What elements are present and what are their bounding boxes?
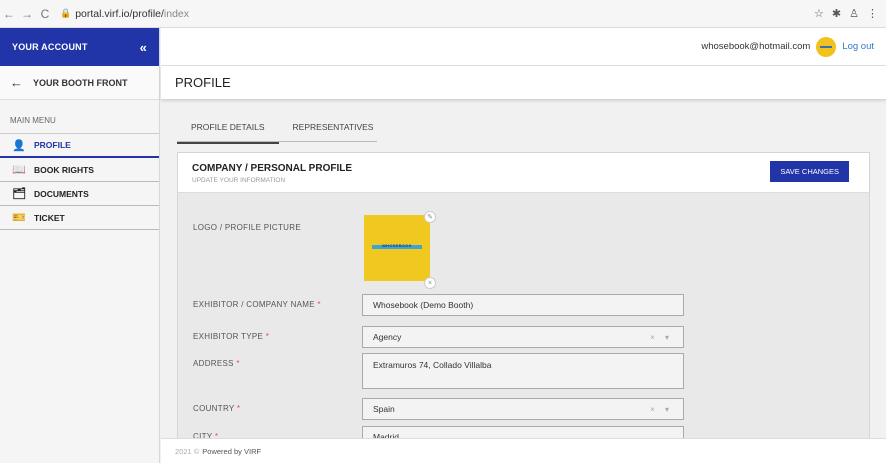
tab-profile-details[interactable]: PROFILE DETAILS xyxy=(177,114,279,144)
main-menu-title: MAIN MENU xyxy=(0,100,159,134)
extension-icon[interactable]: ✱ xyxy=(832,7,841,20)
sidebar-item-documents[interactable]: 🗂 DOCUMENTS xyxy=(0,182,159,206)
card-title: COMPANY / PERSONAL PROFILE xyxy=(192,163,353,174)
country-value: Spain xyxy=(373,404,395,414)
sidebar-item-profile[interactable]: 👤 PROFILE xyxy=(0,134,159,158)
footer-text: Powered by VIRF xyxy=(202,446,262,456)
user-icon: 👤 xyxy=(12,139,26,152)
select-controls-icon[interactable]: × ▾ xyxy=(650,405,673,414)
select-controls-icon[interactable]: × ▾ xyxy=(650,333,673,342)
lock-icon: 🔒 xyxy=(60,8,72,18)
logo-image[interactable]: WHOSEBOOK xyxy=(364,215,430,281)
country-label: COUNTRY * xyxy=(193,404,241,413)
top-bar: whosebook@hotmail.com Log out xyxy=(161,28,886,66)
logo-label: LOGO / PROFILE PICTURE xyxy=(193,223,301,232)
save-changes-button[interactable]: SAVE CHANGES xyxy=(770,161,849,182)
sidebar-item-ticket[interactable]: 🎫 TICKET xyxy=(0,206,159,230)
address-bar[interactable]: 🔒 portal.virf.io/profile/index xyxy=(60,8,189,20)
sidebar: YOUR ACCOUNT « ← YOUR BOOTH FRONT MAIN M… xyxy=(0,28,160,463)
forward-arrow-icon[interactable]: → xyxy=(18,7,36,21)
browser-toolbar: ← → C 🔒 portal.virf.io/profile/index ☆ ✱… xyxy=(0,0,886,28)
logout-link[interactable]: Log out xyxy=(842,41,874,52)
back-arrow-icon: ← xyxy=(10,75,23,90)
tab-representatives[interactable]: REPRESENTATIVES xyxy=(279,114,388,144)
company-name-input[interactable]: Whosebook (Demo Booth) xyxy=(362,294,684,316)
country-select[interactable]: Spain × ▾ xyxy=(362,398,684,420)
folder-icon: 🗂 xyxy=(12,188,26,200)
sidebar-item-label: PROFILE xyxy=(34,140,71,150)
profile-card: COMPANY / PERSONAL PROFILE UPDATE YOUR I… xyxy=(177,152,870,452)
page-title: PROFILE xyxy=(161,66,886,100)
sidebar-item-label: BOOK RIGHTS xyxy=(34,164,94,175)
booth-front-link[interactable]: ← YOUR BOOTH FRONT xyxy=(0,66,159,100)
logo-text: WHOSEBOOK xyxy=(382,243,412,248)
company-name-label: EXHIBITOR / COMPANY NAME * xyxy=(193,300,321,309)
avatar[interactable] xyxy=(816,36,837,57)
card-header: COMPANY / PERSONAL PROFILE UPDATE YOUR I… xyxy=(178,153,869,193)
address-label: ADDRESS * xyxy=(193,359,240,368)
sidebar-item-book-rights[interactable]: 📖 BOOK RIGHTS xyxy=(0,158,159,182)
profile-tabs: PROFILE DETAILS REPRESENTATIVES xyxy=(177,114,387,144)
remove-image-icon[interactable]: × xyxy=(424,277,436,289)
url-host: portal.virf.io/profile/ xyxy=(75,7,164,20)
booth-front-label: YOUR BOOTH FRONT xyxy=(33,77,128,88)
edit-pencil-icon[interactable]: ✎ xyxy=(424,211,436,223)
user-email: whosebook@hotmail.com xyxy=(701,41,811,52)
exhibitor-type-value: Agency xyxy=(373,332,402,342)
tabs-divider xyxy=(177,141,377,142)
bookmark-star-icon[interactable]: ☆ xyxy=(814,7,824,20)
sidebar-item-label: TICKET xyxy=(34,212,65,223)
address-textarea[interactable]: Extramuros 74, Collado Villalba xyxy=(362,353,684,389)
book-icon: 📖 xyxy=(12,164,26,176)
back-arrow-icon[interactable]: ← xyxy=(0,7,18,21)
profile-icon[interactable]: ♙ xyxy=(849,7,859,20)
account-label: YOUR ACCOUNT xyxy=(12,42,88,52)
browser-menu-icon[interactable]: ⋮ xyxy=(867,7,878,20)
reload-icon[interactable]: C xyxy=(36,7,54,21)
your-account-header[interactable]: YOUR ACCOUNT « xyxy=(0,28,159,66)
exhibitor-type-label: EXHIBITOR TYPE * xyxy=(193,332,270,341)
url-path: index xyxy=(163,7,190,20)
footer-year: 2021 © xyxy=(175,446,200,456)
sidebar-item-label: DOCUMENTS xyxy=(34,188,89,199)
ticket-icon: 🎫 xyxy=(12,212,26,224)
collapse-chevron-icon[interactable]: « xyxy=(140,40,147,55)
footer: 2021 © Powered by VIRF xyxy=(161,438,886,463)
card-subtitle: UPDATE YOUR INFORMATION xyxy=(192,177,286,184)
exhibitor-type-select[interactable]: Agency × ▾ xyxy=(362,326,684,348)
